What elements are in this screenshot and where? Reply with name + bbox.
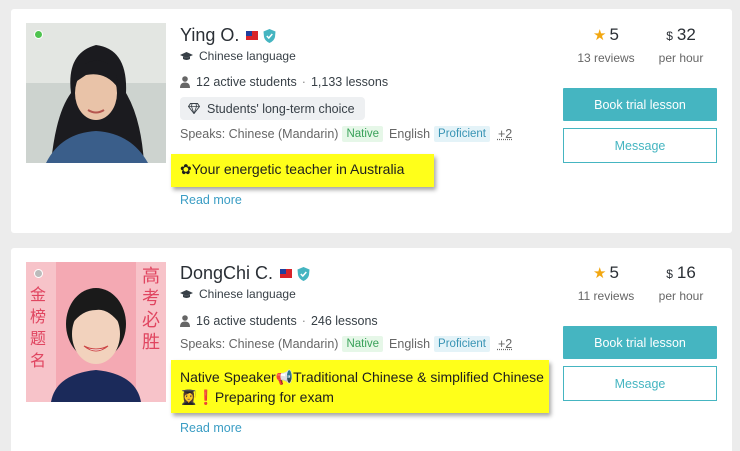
- rating-block: ★ 5 13 reviews: [571, 25, 641, 65]
- taiwan-flag-icon: [246, 31, 259, 40]
- language-level-proficient: Proficient: [434, 336, 490, 352]
- tutor-card[interactable]: 高 考 必 胜 金 榜 题 名 DongChi C. Chinese langu…: [11, 248, 732, 451]
- person-icon: [180, 76, 190, 88]
- svg-text:题: 题: [30, 329, 46, 348]
- active-students: 12 active students: [196, 75, 297, 89]
- diamond-icon: [188, 103, 200, 114]
- tutor-name[interactable]: DongChi C.: [180, 263, 273, 284]
- star-icon: ★: [593, 265, 607, 282]
- tutor-subject: Chinese language: [199, 49, 296, 63]
- price-block: $16 per hour: [646, 263, 716, 303]
- tutor-subject: Chinese language: [199, 287, 296, 301]
- language-1: Chinese (Mandarin): [228, 337, 339, 351]
- online-status-dot: [34, 30, 43, 39]
- headline-line-1: Native Speaker📢Traditional Chinese & sim…: [180, 369, 544, 385]
- price-unit: per hour: [658, 289, 704, 303]
- speaks-label: Speaks:: [180, 127, 226, 141]
- read-more-link[interactable]: Read more: [180, 421, 242, 435]
- message-button[interactable]: Message: [563, 366, 717, 401]
- language-level-proficient: Proficient: [434, 126, 490, 142]
- badge-label: Students' long-term choice: [207, 101, 355, 116]
- rating-block: ★ 5 11 reviews: [571, 263, 641, 303]
- tutor-headline: Native Speaker📢Traditional Chinese & sim…: [171, 360, 549, 413]
- tutor-avatar[interactable]: 高 考 必 胜 金 榜 题 名: [26, 262, 166, 402]
- language-level-native: Native: [342, 336, 384, 352]
- tutor-headline: ✿Your energetic teacher in Australia: [171, 154, 434, 187]
- more-languages-link[interactable]: +2: [498, 127, 512, 141]
- svg-text:高: 高: [142, 266, 160, 287]
- language-2: English: [389, 337, 431, 351]
- rating-value: 5: [609, 263, 619, 282]
- svg-text:必: 必: [142, 310, 160, 331]
- book-trial-lesson-button[interactable]: Book trial lesson: [563, 88, 717, 121]
- verified-shield-icon: [297, 266, 310, 281]
- rating-value: 5: [609, 25, 619, 44]
- tutor-name[interactable]: Ying O.: [180, 25, 239, 46]
- message-button[interactable]: Message: [563, 128, 717, 163]
- more-languages-link[interactable]: +2: [498, 337, 512, 351]
- lessons-count: 246 lessons: [310, 314, 378, 328]
- stats-separator: ·: [301, 314, 306, 328]
- tutor-card[interactable]: Ying O. Chinese language 12 active stude…: [11, 9, 732, 233]
- currency-symbol: $: [666, 267, 673, 281]
- tutor-avatar[interactable]: [26, 23, 166, 163]
- price-unit: per hour: [658, 51, 704, 65]
- online-status-dot: [34, 269, 43, 278]
- price-value: 16: [676, 263, 696, 282]
- svg-text:胜: 胜: [142, 332, 160, 353]
- stats-separator: ·: [301, 75, 306, 89]
- speaks-label: Speaks:: [180, 337, 226, 351]
- svg-text:金: 金: [30, 285, 46, 304]
- active-students: 16 active students: [196, 314, 297, 328]
- currency-symbol: $: [666, 29, 673, 43]
- svg-text:榜: 榜: [30, 307, 46, 326]
- long-term-choice-badge: Students' long-term choice: [180, 97, 365, 120]
- language-1: Chinese (Mandarin): [228, 127, 339, 141]
- svg-text:考: 考: [142, 288, 160, 309]
- language-level-native: Native: [342, 126, 384, 142]
- read-more-link[interactable]: Read more: [180, 193, 242, 207]
- taiwan-flag-icon: [280, 269, 293, 278]
- headline-line-2: 👩‍🎓❗Preparing for exam: [180, 389, 334, 405]
- person-icon: [180, 315, 190, 327]
- verified-shield-icon: [263, 28, 276, 43]
- price-block: $32 per hour: [646, 25, 716, 65]
- graduation-cap-icon: [180, 51, 193, 60]
- price-value: 32: [676, 25, 696, 44]
- star-icon: ★: [593, 27, 607, 44]
- reviews-count: 11 reviews: [577, 289, 635, 303]
- lessons-count: 1,133 lessons: [310, 75, 389, 89]
- book-trial-lesson-button[interactable]: Book trial lesson: [563, 326, 717, 359]
- graduation-cap-icon: [180, 289, 193, 298]
- svg-text:名: 名: [30, 351, 46, 370]
- language-2: English: [389, 127, 431, 141]
- reviews-count: 13 reviews: [577, 51, 635, 65]
